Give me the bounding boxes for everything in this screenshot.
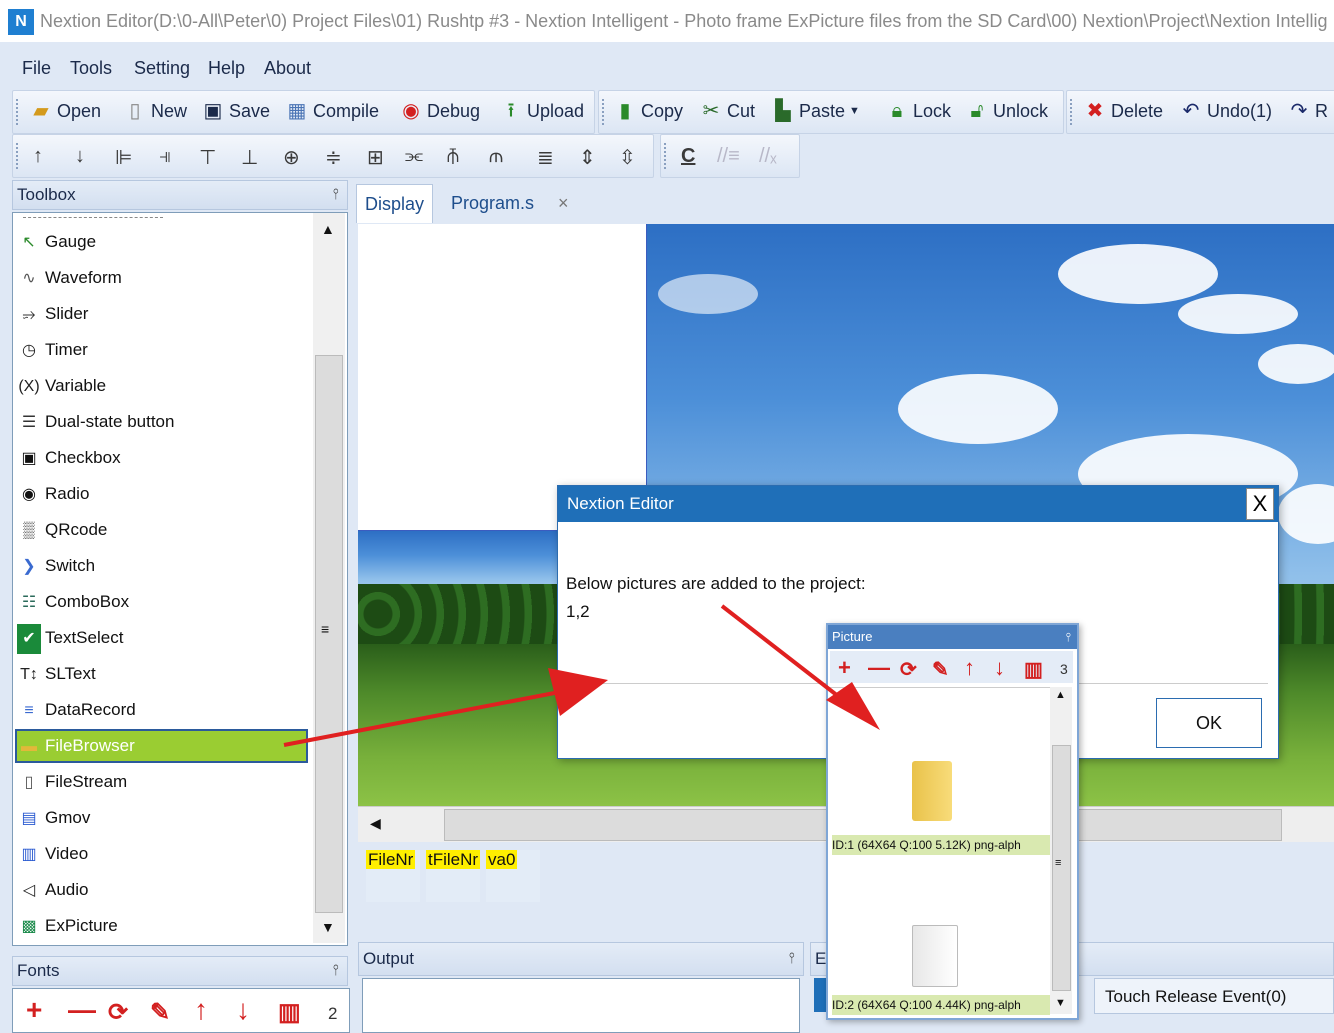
arrow-head bbox=[826, 682, 880, 730]
annotation-arrows bbox=[283, 604, 880, 747]
arrow-to-picture-panel bbox=[720, 604, 880, 730]
arrow-to-dialog bbox=[283, 668, 608, 747]
arrow-line bbox=[283, 688, 571, 747]
arrow-head bbox=[548, 668, 608, 716]
